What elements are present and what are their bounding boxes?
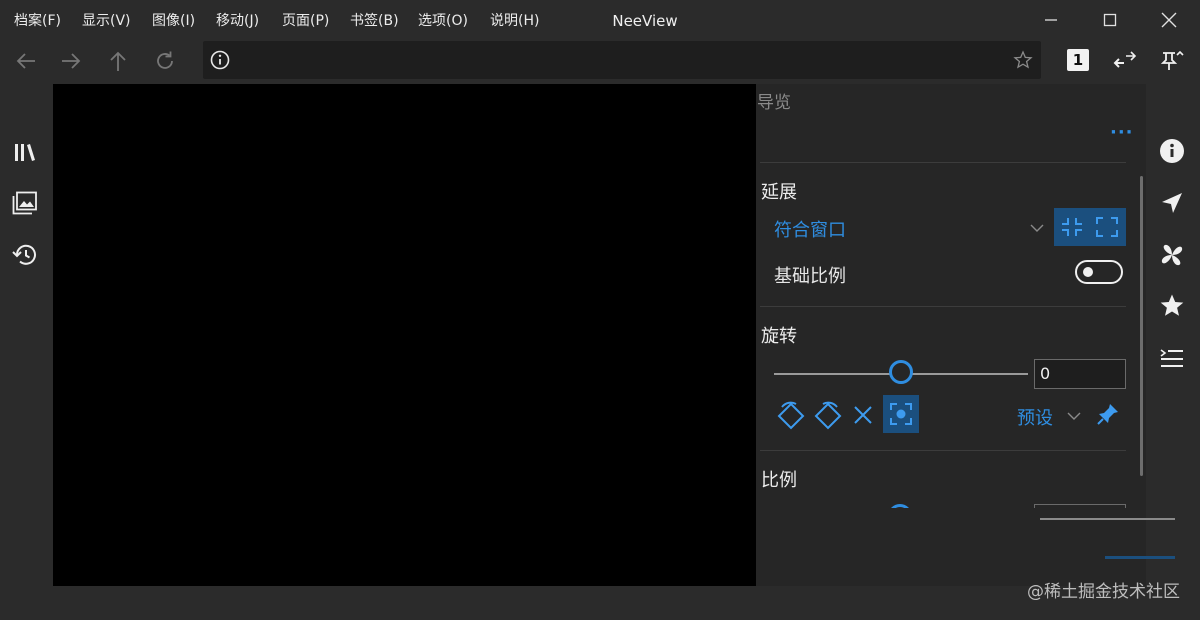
window-title: NeeView [612, 12, 678, 30]
rotation-snap-button[interactable] [883, 395, 919, 433]
stretch-mode-select[interactable]: 符合窗口 [768, 212, 1050, 244]
direction-arrows-icon [1113, 51, 1137, 68]
maximize-icon [1103, 13, 1117, 27]
sidebar-item-history[interactable] [0, 235, 50, 275]
chevron-down-icon [1030, 224, 1044, 232]
snap-center-icon [890, 403, 912, 425]
list-icon [1160, 349, 1183, 367]
watermark-text: @稀土掘金技术社区 [1027, 582, 1180, 602]
refresh-icon [157, 51, 173, 69]
sidebar-item-bookshelf[interactable] [0, 132, 50, 172]
navigation-arrow-icon [1162, 193, 1182, 213]
minimize-button[interactable] [1023, 0, 1079, 40]
pin-icon[interactable] [1096, 402, 1120, 426]
sidebar-item-effects[interactable] [1150, 235, 1194, 275]
forward-button[interactable] [51, 44, 91, 78]
shrink-to-fit-icon[interactable] [1060, 216, 1084, 238]
arrow-left-icon [16, 53, 35, 69]
rotate-angle-value: 0 [1040, 364, 1051, 383]
image-viewer[interactable] [53, 84, 756, 586]
rotate-preset-dropdown[interactable]: 预设 [1017, 404, 1053, 430]
toggle-knob [1083, 267, 1093, 277]
up-button[interactable] [98, 44, 138, 78]
base-scale-toggle[interactable] [1075, 260, 1123, 284]
info-circle-icon [1160, 139, 1184, 163]
divider [760, 306, 1126, 307]
sidebar-item-playlist[interactable] [1150, 338, 1194, 378]
reset-rotation-icon[interactable] [852, 404, 874, 426]
rotate-slider[interactable] [774, 360, 1028, 388]
minimize-icon [1045, 19, 1057, 21]
stretch-mode-value: 符合窗口 [774, 220, 846, 241]
history-icon [12, 244, 36, 265]
rotate-left-icon[interactable] [776, 400, 806, 430]
arrow-up-icon [110, 51, 126, 71]
page-mode-button[interactable]: 1 [1056, 42, 1100, 78]
arrow-right-icon [62, 53, 81, 69]
divider [760, 450, 1126, 451]
reload-button[interactable] [145, 44, 185, 78]
page-mode-badge: 1 [1067, 49, 1089, 71]
sidebar-item-bookmarks[interactable] [1150, 286, 1194, 326]
slider-thumb[interactable] [889, 360, 913, 384]
rotate-section-title: 旋转 [761, 326, 797, 347]
panel-title: 导览 [757, 93, 791, 113]
sidebar-item-navigator[interactable] [1150, 183, 1194, 223]
image-gallery-icon [12, 191, 37, 215]
star-outline-icon[interactable] [1013, 50, 1033, 70]
expand-to-fit-icon[interactable] [1095, 216, 1119, 238]
close-icon [1161, 12, 1177, 28]
sidebar-item-pages[interactable] [0, 183, 50, 223]
more-options-button[interactable]: ··· [1110, 122, 1134, 143]
pin-layout-button[interactable] [1150, 42, 1194, 78]
book-direction-button[interactable] [1103, 42, 1147, 78]
close-button[interactable] [1141, 0, 1197, 40]
pinwheel-icon [1161, 244, 1183, 266]
chevron-down-icon [1067, 412, 1081, 420]
bookshelf-icon [15, 144, 35, 161]
status-accent-line [1105, 556, 1175, 559]
navigator-panel: 导览 ··· 延展 符合窗口 基础比例 旋转 0 预设 比例 [756, 84, 1146, 586]
stretch-fit-buttons [1054, 208, 1126, 246]
back-button[interactable] [6, 44, 46, 78]
maximize-button[interactable] [1082, 0, 1138, 40]
panel-scrollbar[interactable] [1140, 176, 1143, 476]
rotate-right-icon[interactable] [813, 400, 843, 430]
stretch-section-title: 延展 [761, 182, 797, 203]
address-bar[interactable] [203, 41, 1041, 79]
pin-panel-icon [1160, 50, 1184, 70]
status-line [1040, 518, 1175, 520]
scale-section-title: 比例 [761, 470, 797, 491]
divider [760, 162, 1126, 163]
info-icon[interactable] [209, 49, 231, 71]
sidebar-item-info[interactable] [1150, 131, 1194, 171]
star-icon [1160, 294, 1184, 316]
rotate-angle-input[interactable]: 0 [1034, 359, 1126, 389]
base-scale-label: 基础比例 [774, 266, 846, 287]
